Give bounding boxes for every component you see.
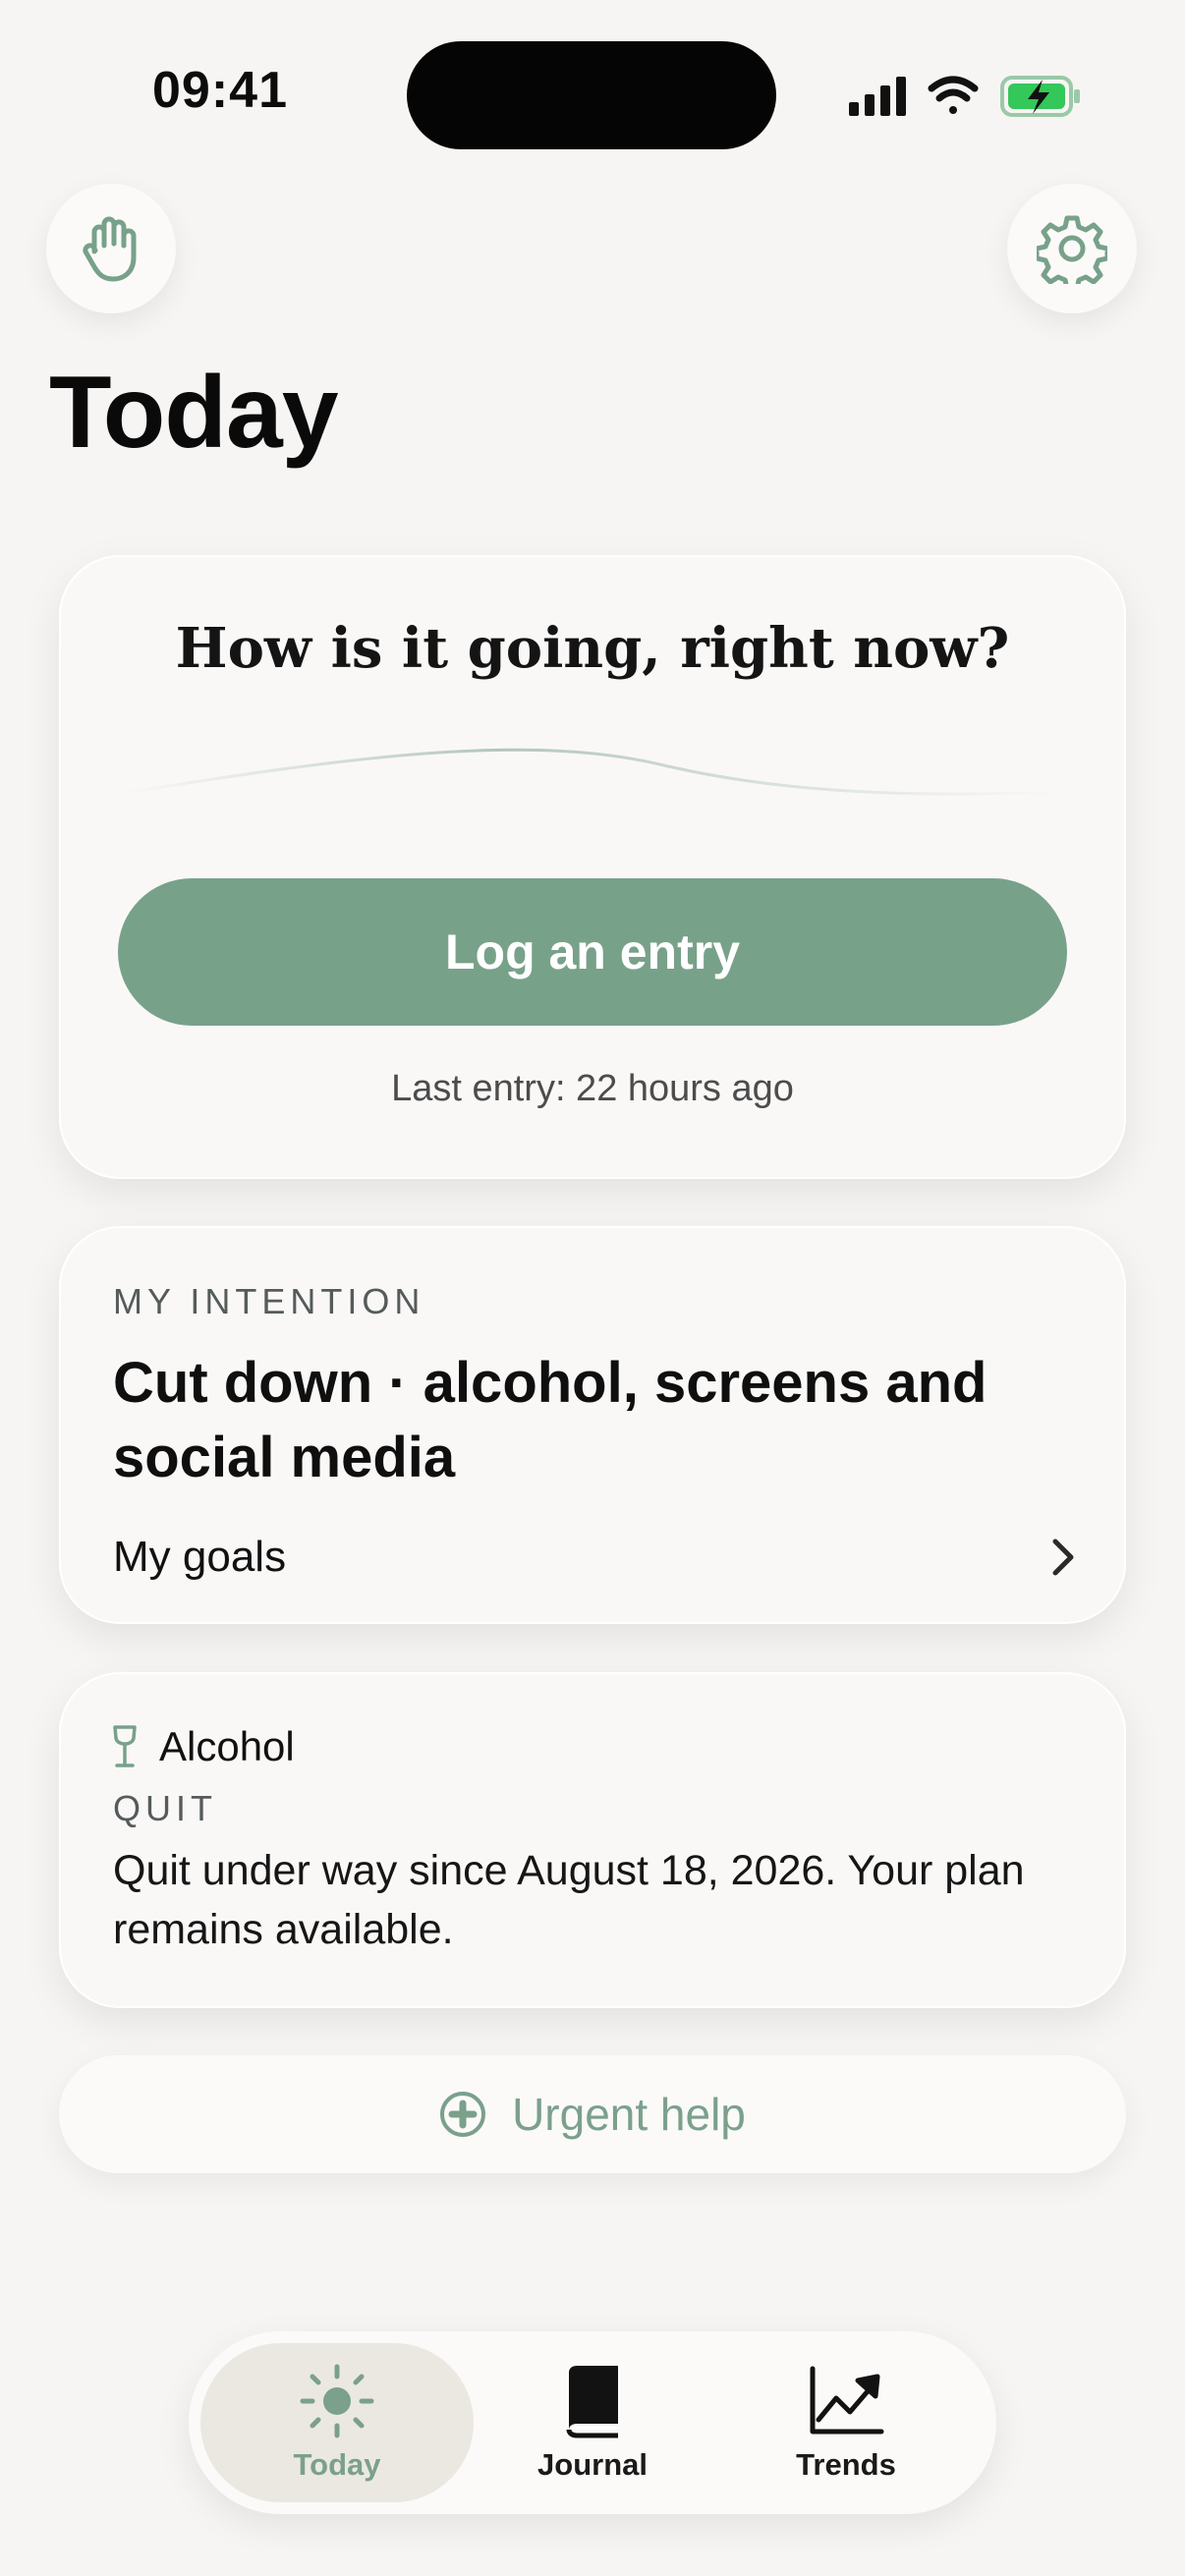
alcohol-description: Quit under way since August 18, 2026. Yo… [113,1847,1025,1953]
alcohol-card[interactable]: Alcohol QUIT Quit under way since August… [59,1672,1126,2008]
status-time: 09:41 [152,62,288,119]
tab-today[interactable]: Today [200,2343,474,2502]
urgent-help-label: Urgent help [512,2089,746,2140]
intention-text: Cut down · alcohol, screens and social m… [113,1351,988,1489]
last-entry-text: Last entry: 22 hours ago [391,1068,794,1109]
log-entry-button[interactable]: Log an entry [118,878,1067,1026]
tab-journal-label: Journal [537,2447,648,2482]
my-goals-label: My goals [113,1533,287,1581]
checkin-question: How is it going, right now? [175,616,1010,681]
tab-bar: Today Journal Trends [189,2331,996,2514]
wine-glass-icon [113,1725,137,1767]
intention-card[interactable]: MY INTENTION Cut down · alcohol, screens… [59,1226,1126,1624]
plus-circle-icon [440,2092,486,2137]
hand-icon [83,216,137,282]
page-title: Today [49,356,339,470]
signal-icon [849,77,906,116]
tab-journal[interactable]: Journal [456,2343,729,2502]
settings-button[interactable] [1007,184,1137,313]
tab-today-label: Today [293,2447,381,2482]
battery-charging-icon [1000,76,1080,117]
trend-chart-icon [810,2366,884,2435]
dynamic-island [407,41,776,149]
gear-icon [1037,215,1107,284]
alcohol-status: QUIT [113,1788,217,1828]
book-icon [566,2366,618,2438]
status-icons [849,76,1080,117]
checkin-card: How is it going, right now? Log an entry… [59,555,1126,1179]
pause-button[interactable] [46,184,176,313]
sun-icon [300,2364,374,2438]
urgent-help-button[interactable]: Urgent help [59,2055,1126,2173]
chevron-right-icon [1052,1539,1074,1576]
alcohol-name: Alcohol [159,1723,295,1769]
my-goals-row[interactable]: My goals [113,1518,1077,1596]
wifi-icon [928,76,979,114]
tab-trends[interactable]: Trends [709,2343,983,2502]
tab-trends-label: Trends [796,2447,896,2482]
alcohol-header: Alcohol [110,1723,295,1770]
wave-divider [118,748,1067,796]
intention-eyebrow: MY INTENTION [113,1281,425,1321]
